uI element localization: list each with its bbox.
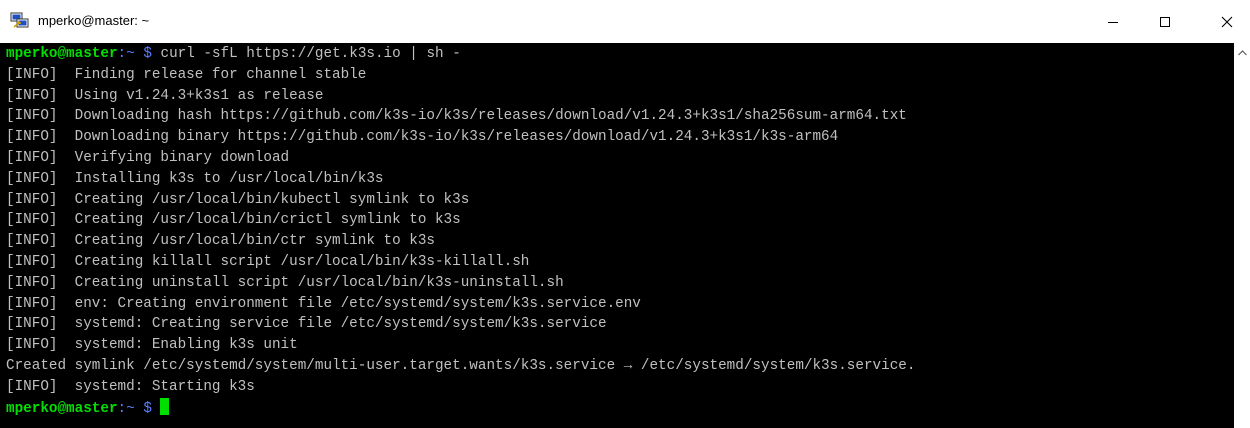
vertical-scrollbar[interactable] [1234,43,1250,428]
output-line: [INFO] systemd: Creating service file /e… [6,316,607,333]
output-line: [INFO] systemd: Enabling k3s unit [6,337,298,354]
prompt-symbol: $ [134,400,161,417]
output-line: [INFO] Using v1.24.3+k3s1 as release [6,87,324,104]
window-title: mperko@master: ~ [38,13,150,28]
output-line: [INFO] Creating /usr/local/bin/crictl sy… [6,212,461,229]
output-line: [INFO] systemd: Starting k3s [6,378,255,395]
scroll-up-button[interactable] [1234,43,1250,61]
maximize-button[interactable] [1142,0,1188,43]
output-line: [INFO] Creating uninstall script /usr/lo… [6,274,564,291]
prompt-symbol: $ [134,46,161,62]
output-line: [INFO] Creating /usr/local/bin/ctr symli… [6,233,435,250]
minimize-button[interactable] [1090,0,1136,43]
close-icon [1221,16,1233,28]
current-prompt-line: mperko@master:~ $ [6,397,915,419]
output-line: Created symlink /etc/systemd/system/mult… [6,357,916,374]
output-line: [INFO] Installing k3s to /usr/local/bin/… [6,170,384,187]
terminal-window: mperko@master: ~ mperko@master:~ $ curl … [0,0,1250,428]
prompt-dir: ~ [126,400,135,417]
minimize-icon [1107,16,1119,28]
output-line: [INFO] env: Creating environment file /e… [6,295,641,312]
output-line: [INFO] Finding release for channel stabl… [6,66,367,83]
close-button[interactable] [1204,0,1250,43]
output-line: [INFO] Downloading hash https://github.c… [6,108,907,125]
output-line: [INFO] Creating /usr/local/bin/kubectl s… [6,191,470,208]
scroll-up-arrow-icon [1237,43,1247,61]
prompt-separator: : [117,400,127,417]
output-line: [INFO] Downloading binary https://github… [6,129,839,146]
prompt-dir: ~ [126,46,135,62]
output-line: [INFO] Creating killall script /usr/loca… [6,253,530,270]
command-text: curl -sfL https://get.k3s.io | sh - [160,46,461,62]
prompt-separator: : [117,46,127,62]
terminal-text[interactable]: mperko@master:~ $ curl -sfL https://get.… [6,44,915,418]
command-line: mperko@master:~ $ curl -sfL https://get.… [6,44,915,65]
putty-terminal-icon[interactable] [10,11,30,29]
prompt-user-host: mperko@master [6,46,118,62]
maximize-icon [1159,16,1171,28]
prompt-user-host: mperko@master [6,400,118,417]
terminal-output[interactable]: mperko@master:~ $ curl -sfL https://get.… [0,43,1234,428]
output-line: [INFO] Verifying binary download [6,149,290,166]
title-bar[interactable]: mperko@master: ~ [0,0,1250,43]
text-cursor [160,397,170,415]
